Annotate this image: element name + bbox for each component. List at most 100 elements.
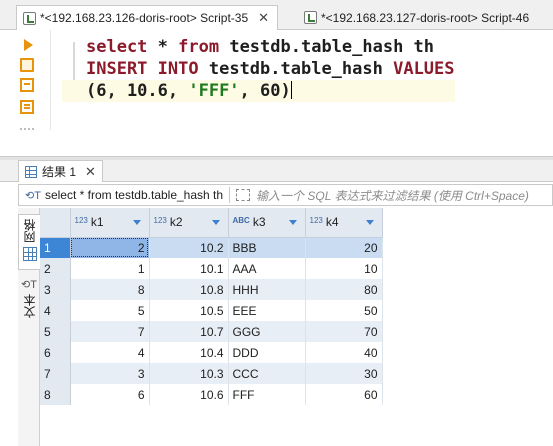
cell-k4[interactable]: 10 xyxy=(305,258,383,279)
editor-tab-script-46[interactable]: *<192.168.23.127-doris-root> Script-46 xyxy=(298,5,537,30)
cell-k2[interactable]: 10.5 xyxy=(149,300,229,321)
column-header-k1[interactable]: 123 k1 xyxy=(70,208,150,238)
sort-arrow-icon[interactable] xyxy=(132,220,141,225)
close-icon[interactable]: ✕ xyxy=(85,164,96,180)
view-tab-text[interactable]: ⟲T 文本 xyxy=(18,278,40,330)
cell-k2[interactable]: 10.3 xyxy=(149,363,229,384)
cell-k4[interactable]: 50 xyxy=(305,300,383,321)
cell-k1[interactable]: 8 xyxy=(70,279,150,300)
cell-k3[interactable]: EEE xyxy=(228,300,306,321)
cell-k4[interactable]: 60 xyxy=(305,384,383,405)
query-text: select * from testdb.table_hash th xyxy=(44,188,224,202)
row-number[interactable]: 6 xyxy=(40,342,71,363)
table-row[interactable]: 3 8 10.8 HHH 80 xyxy=(40,279,383,300)
sql-keyword: from xyxy=(178,37,220,57)
sql-text: , 60) xyxy=(239,81,291,101)
row-number[interactable]: 3 xyxy=(40,279,71,300)
cell-k2[interactable]: 10.6 xyxy=(149,384,229,405)
row-number[interactable]: 8 xyxy=(40,384,71,405)
cell-k1[interactable]: 6 xyxy=(70,384,150,405)
string-type-icon: ABC xyxy=(232,216,250,226)
table-row[interactable]: 1 2 10.2 BBB 20 xyxy=(40,237,383,258)
more-tools-icon[interactable] xyxy=(20,128,34,130)
table-row[interactable]: 8 6 10.6 FFF 60 xyxy=(40,384,383,405)
editor-tab-script-35[interactable]: *<192.168.23.126-doris-root> Script-35 ✕ xyxy=(16,5,279,30)
execute-script-icon[interactable] xyxy=(20,58,34,72)
row-number[interactable]: 4 xyxy=(40,300,71,321)
execute-statement-icon[interactable] xyxy=(24,39,33,51)
sql-keyword: INTO xyxy=(157,59,199,79)
numeric-type-icon: 123 xyxy=(74,216,88,226)
query-label: ⟲T select * from testdb.table_hash th xyxy=(19,188,223,202)
sort-arrow-icon[interactable] xyxy=(365,220,374,225)
view-tab-grid[interactable]: 网格 xyxy=(18,214,40,270)
sort-arrow-icon[interactable] xyxy=(288,220,297,225)
divider xyxy=(229,187,231,203)
cell-k3[interactable]: DDD xyxy=(228,342,306,363)
close-icon[interactable]: ✕ xyxy=(258,10,269,26)
cell-k1[interactable]: 3 xyxy=(70,363,150,384)
column-name: k3 xyxy=(252,215,266,230)
cell-k2[interactable]: 10.2 xyxy=(149,237,229,258)
column-header-k2[interactable]: 123 k2 xyxy=(149,208,229,238)
row-number[interactable]: 7 xyxy=(40,363,71,384)
table-row[interactable]: 2 1 10.1 AAA 10 xyxy=(40,258,383,279)
execution-plan-icon[interactable] xyxy=(20,78,34,92)
row-number[interactable]: 5 xyxy=(40,321,71,342)
column-header-k4[interactable]: 123 k4 xyxy=(305,208,383,238)
results-tab-label: 结果 1 xyxy=(42,165,77,179)
row-number[interactable]: 1 xyxy=(40,237,71,258)
expand-filter-icon[interactable] xyxy=(236,189,251,201)
cell-k1[interactable]: 4 xyxy=(70,342,150,363)
filter-input[interactable]: 输入一个 SQL 表达式来过滤结果 (使用 Ctrl+Space) xyxy=(256,187,529,204)
cell-k2[interactable]: 10.8 xyxy=(149,279,229,300)
cell-k4[interactable]: 20 xyxy=(305,237,383,258)
editor-line-1: select * from testdb.table_hash th xyxy=(62,36,455,58)
numeric-type-icon: 123 xyxy=(309,216,323,226)
column-header-k3[interactable]: ABC k3 xyxy=(228,208,306,238)
sql-script-icon xyxy=(23,11,36,25)
cell-k1[interactable]: 2 xyxy=(70,237,150,258)
numeric-type-icon: 123 xyxy=(153,216,167,226)
cell-k4[interactable]: 80 xyxy=(305,279,383,300)
table-row[interactable]: 4 5 10.5 EEE 50 xyxy=(40,300,383,321)
cell-k2[interactable]: 10.4 xyxy=(149,342,229,363)
text-view-icon: ⟲T xyxy=(21,279,37,291)
explain-icon[interactable] xyxy=(20,100,34,114)
results-grid[interactable]: 123 k1 123 k2 ABC k3 123 k4 1 2 10.2 BBB 20 … xyxy=(40,208,553,446)
view-tab-label: 网格 xyxy=(23,219,37,243)
sql-editor[interactable]: select * from testdb.table_hash th INSER… xyxy=(62,36,455,102)
cell-k4[interactable]: 30 xyxy=(305,363,383,384)
cell-k1[interactable]: 1 xyxy=(70,258,150,279)
results-tab-bar: 结果 1 ✕ xyxy=(0,160,553,182)
cell-k3[interactable]: HHH xyxy=(228,279,306,300)
row-number-header xyxy=(40,208,71,238)
sql-script-icon xyxy=(304,11,317,24)
cell-k3[interactable]: GGG xyxy=(228,321,306,342)
row-number[interactable]: 2 xyxy=(40,258,71,279)
sql-text: * xyxy=(147,37,179,57)
results-tab[interactable]: 结果 1 ✕ xyxy=(18,160,103,182)
editor-toolbar xyxy=(0,30,50,156)
cell-k4[interactable]: 70 xyxy=(305,321,383,342)
cell-k2[interactable]: 10.7 xyxy=(149,321,229,342)
cell-k3[interactable]: BBB xyxy=(228,237,306,258)
sql-text: (6, 10.6, xyxy=(86,81,189,101)
column-name: k2 xyxy=(169,215,183,230)
cell-k1[interactable]: 7 xyxy=(70,321,150,342)
results-table: 123 k1 123 k2 ABC k3 123 k4 1 2 10.2 BBB 20 … xyxy=(40,208,383,405)
column-name: k4 xyxy=(325,215,339,230)
table-row[interactable]: 5 7 10.7 GGG 70 xyxy=(40,321,383,342)
table-row[interactable]: 7 3 10.3 CCC 30 xyxy=(40,363,383,384)
cell-k3[interactable]: CCC xyxy=(228,363,306,384)
cell-k4[interactable]: 40 xyxy=(305,342,383,363)
table-row[interactable]: 6 4 10.4 DDD 40 xyxy=(40,342,383,363)
grid-icon xyxy=(25,165,37,178)
cell-k1[interactable]: 5 xyxy=(70,300,150,321)
sql-keyword: VALUES xyxy=(393,59,455,79)
editor-line-3: (6, 10.6, 'FFF', 60) xyxy=(62,80,455,102)
cell-k3[interactable]: FFF xyxy=(228,384,306,405)
sort-arrow-icon[interactable] xyxy=(211,220,220,225)
cell-k3[interactable]: AAA xyxy=(228,258,306,279)
cell-k2[interactable]: 10.1 xyxy=(149,258,229,279)
